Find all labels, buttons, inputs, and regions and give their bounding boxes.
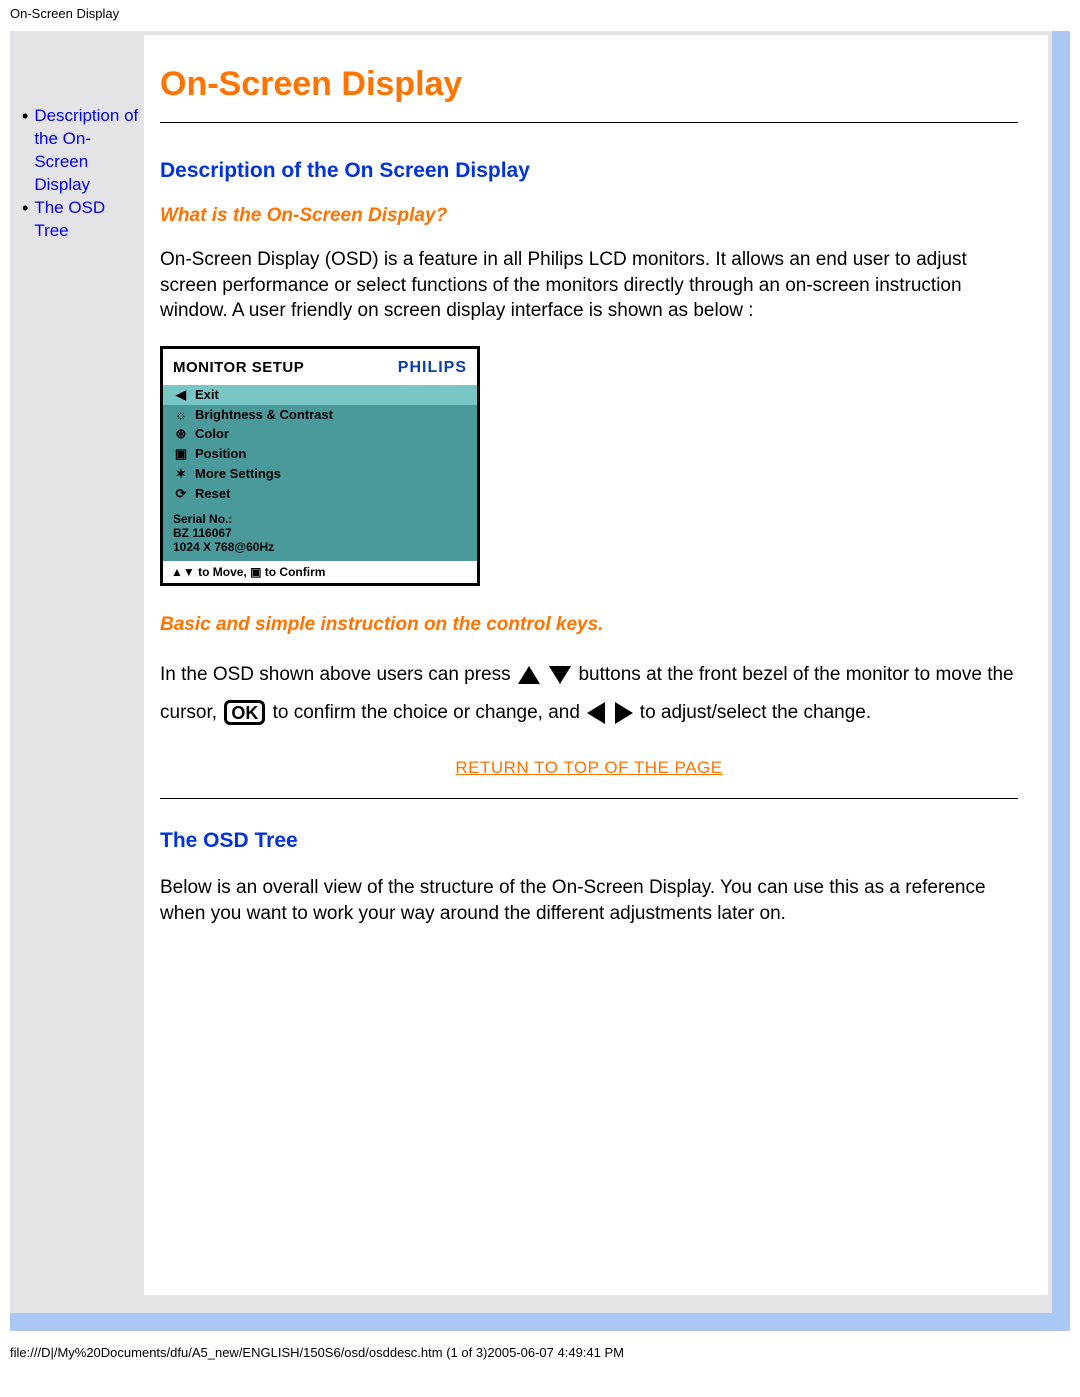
position-icon: ▣ — [173, 446, 189, 462]
paragraph-instructions: In the OSD shown above users can press b… — [160, 656, 1018, 732]
sidebar-link-description[interactable]: Description of the On-Screen Display — [34, 105, 140, 197]
instr-text-1: In the OSD shown above users can press — [160, 664, 511, 685]
instr-text-4: to adjust/select the change. — [640, 702, 871, 723]
osd-window: MONITOR SETUP PHILIPS ◀ Exit ☼ Brightnes… — [160, 346, 480, 586]
osd-menu-reset: ⟳ Reset — [163, 484, 477, 504]
osd-menu-brightness: ☼ Brightness & Contrast — [163, 405, 477, 424]
sub-heading-what-is-osd: What is the On-Screen Display? — [160, 205, 1018, 227]
osd-menu-exit: ◀ Exit — [163, 385, 477, 405]
section-heading-description: Description of the On Screen Display — [160, 159, 1018, 183]
osd-menu-label: Reset — [195, 486, 230, 501]
osd-menu-label: Position — [195, 446, 246, 461]
settings-icon: ✶ — [173, 466, 189, 482]
instr-text-3: to confirm the choice or change, and — [273, 702, 586, 723]
osd-serial-label: Serial No.: — [173, 512, 467, 526]
arrow-down-icon — [549, 666, 571, 684]
sidebar-item-description[interactable]: • Description of the On-Screen Display — [22, 105, 140, 197]
arrow-left-icon — [587, 702, 605, 724]
bullet-icon: • — [22, 197, 28, 220]
page-footer-path: file:///D|/My%20Documents/dfu/A5_new/ENG… — [0, 1341, 1080, 1370]
arrow-up-icon — [518, 666, 540, 684]
sidebar-link-osd-tree[interactable]: The OSD Tree — [34, 197, 140, 243]
osd-resolution: 1024 X 768@60Hz — [173, 540, 467, 554]
osd-menu: ◀ Exit ☼ Brightness & Contrast ⊛ Color ▣… — [163, 385, 477, 560]
return-to-top-link[interactable]: RETURN TO TOP OF THE PAGE — [160, 758, 1018, 778]
brightness-icon: ☼ — [173, 407, 189, 422]
page-header-title: On-Screen Display — [0, 0, 1080, 27]
reset-icon: ⟳ — [173, 486, 189, 502]
osd-brand-logo: PHILIPS — [398, 359, 467, 377]
main-content: On-Screen Display Description of the On … — [144, 35, 1048, 1295]
exit-icon: ◀ — [173, 387, 189, 403]
paragraph-description: On-Screen Display (OSD) is a feature in … — [160, 247, 1018, 324]
osd-menu-label: Brightness & Contrast — [195, 407, 333, 422]
osd-menu-label: Color — [195, 426, 229, 441]
osd-menu-color: ⊛ Color — [163, 424, 477, 444]
osd-footer-instructions: ▲▼ to Move, ▣ to Confirm — [163, 560, 477, 583]
osd-menu-position: ▣ Position — [163, 444, 477, 464]
divider — [160, 798, 1018, 799]
frame-inner: • Description of the On-Screen Display •… — [14, 35, 1048, 1295]
document-frame: • Description of the On-Screen Display •… — [10, 31, 1070, 1331]
osd-menu-label: More Settings — [195, 466, 281, 481]
osd-titlebar: MONITOR SETUP PHILIPS — [163, 349, 477, 385]
sub-heading-instructions: Basic and simple instruction on the cont… — [160, 614, 1018, 636]
sidebar: • Description of the On-Screen Display •… — [14, 35, 144, 1295]
color-icon: ⊛ — [173, 426, 189, 442]
osd-serial-value: BZ 116067 — [173, 526, 467, 540]
osd-menu-more-settings: ✶ More Settings — [163, 464, 477, 484]
ok-button-icon: OK — [224, 700, 265, 725]
section-heading-osd-tree: The OSD Tree — [160, 829, 1018, 853]
osd-info-panel: Serial No.: BZ 116067 1024 X 768@60Hz — [163, 504, 477, 560]
osd-title: MONITOR SETUP — [173, 359, 304, 376]
arrow-right-icon — [615, 702, 633, 724]
divider — [160, 122, 1018, 123]
bullet-icon: • — [22, 105, 28, 128]
page-title: On-Screen Display — [160, 65, 1018, 104]
paragraph-osd-tree: Below is an overall view of the structur… — [160, 875, 1018, 926]
osd-menu-label: Exit — [195, 387, 219, 402]
sidebar-item-osd-tree[interactable]: • The OSD Tree — [22, 197, 140, 243]
